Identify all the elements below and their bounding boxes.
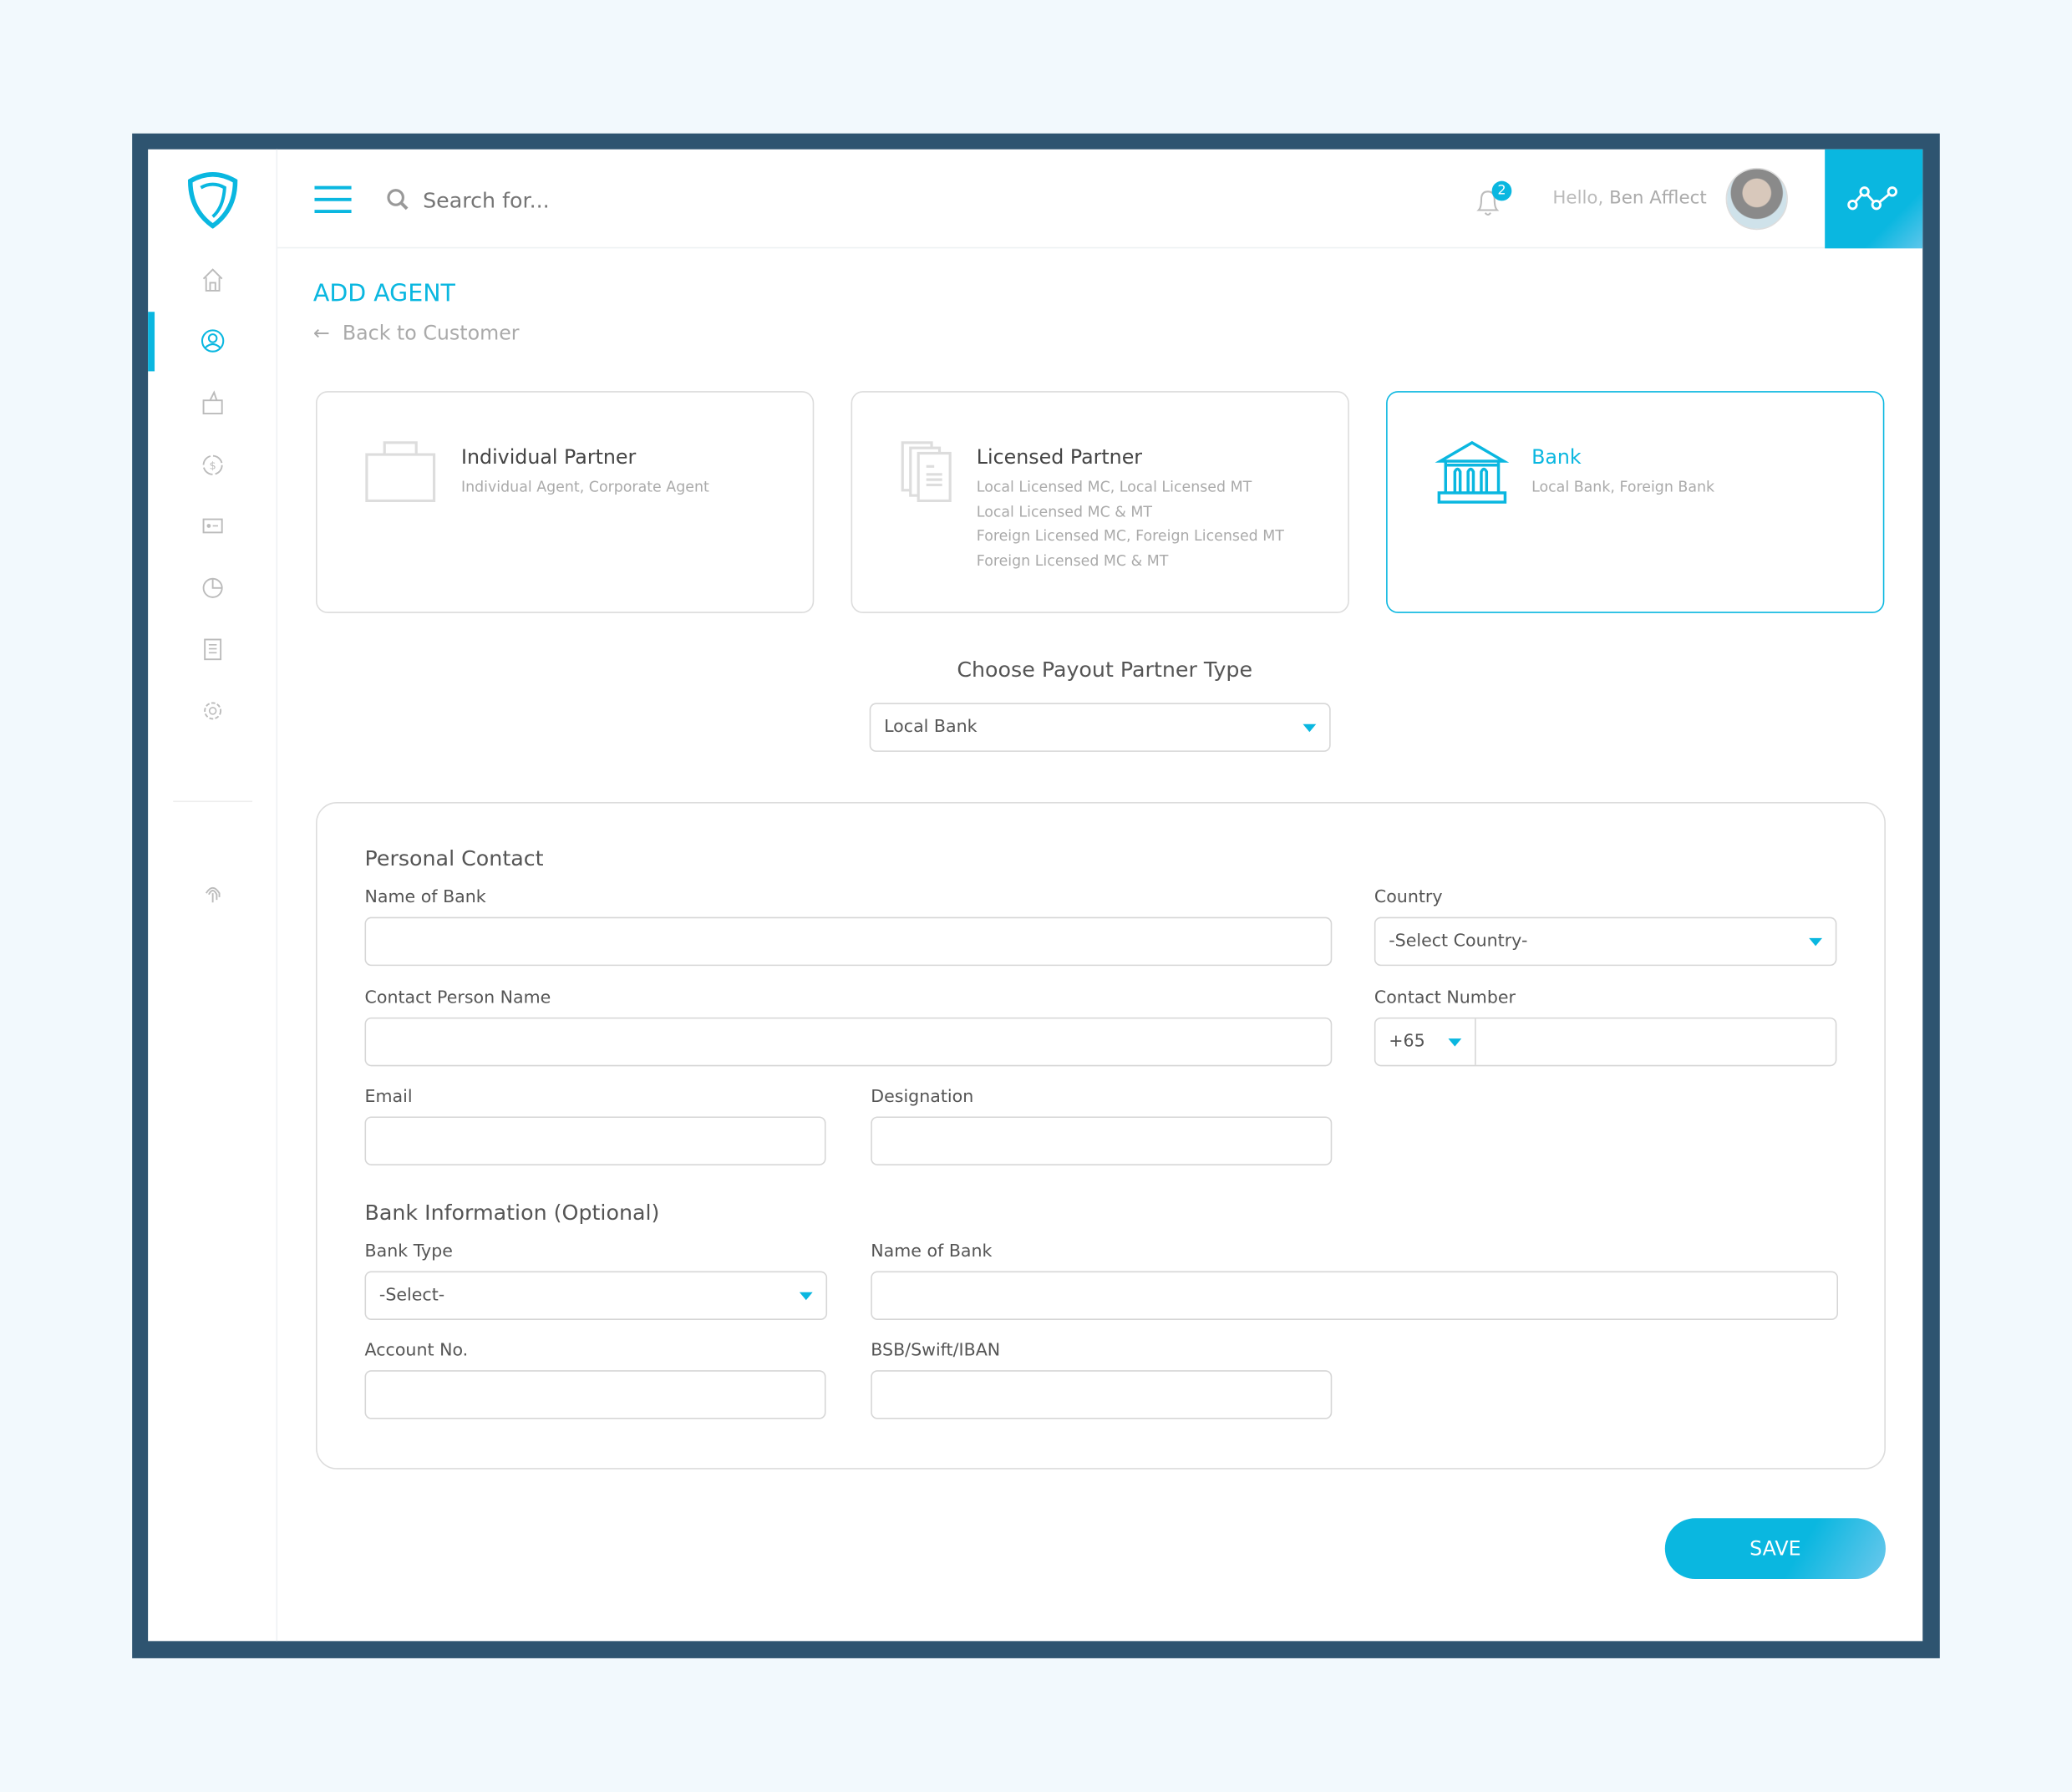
subtitle-line: Local Licensed MC, Local Licensed MT <box>976 478 1252 496</box>
briefcase-icon <box>365 441 436 503</box>
select-value: Local Bank <box>884 717 978 738</box>
contact-person-input[interactable] <box>364 1017 1333 1067</box>
shield-logo-icon[interactable] <box>185 170 240 229</box>
avatar[interactable] <box>1725 167 1788 231</box>
select-value: +65 <box>1389 1032 1425 1052</box>
email-input[interactable] <box>364 1116 826 1165</box>
contact-number-field[interactable]: +65 <box>1374 1017 1837 1067</box>
form-panel: Personal Contact Name of Bank Country -S… <box>316 802 1886 1470</box>
select-value: -Select- <box>378 1285 445 1306</box>
fingerprint-icon[interactable] <box>200 881 226 908</box>
bank-type-select[interactable]: -Select- <box>364 1271 828 1321</box>
label-country: Country <box>1374 887 1443 908</box>
home-icon[interactable] <box>200 267 226 293</box>
card-subtitle: Local Bank, Foreign Bank <box>1531 475 1714 500</box>
partner-card-individual[interactable]: Individual Partner Individual Agent, Cor… <box>316 391 815 613</box>
card-subtitle: Individual Agent, Corporate Agent <box>461 475 709 500</box>
partner-card-licensed[interactable]: Licensed Partner Local Licensed MC, Loca… <box>851 391 1349 613</box>
greeting: Hello, Ben Afflect <box>1552 188 1706 209</box>
app-window: $ 2 Hello, Ben Afflect ADD AGENT ← Back … <box>148 149 1923 1642</box>
designation-input[interactable] <box>871 1116 1333 1165</box>
sidebar-divider <box>173 800 253 803</box>
caret-down-icon <box>1448 1038 1462 1047</box>
graph-icon <box>1847 186 1898 211</box>
pie-chart-icon[interactable] <box>200 573 226 600</box>
section-title-personal: Personal Contact <box>364 845 544 871</box>
select-value: -Select Country- <box>1389 932 1528 952</box>
sidebar: $ <box>148 149 278 1642</box>
label-designation: Designation <box>871 1087 974 1108</box>
document-icon[interactable] <box>200 636 226 662</box>
bank-icon <box>1435 440 1510 504</box>
svg-text:$: $ <box>210 459 216 471</box>
save-button[interactable]: SAVE <box>1664 1518 1886 1580</box>
active-indicator <box>148 312 155 372</box>
id-card-icon[interactable] <box>200 513 226 540</box>
card-title: Licensed Partner <box>976 444 1143 470</box>
search-input[interactable] <box>423 180 952 218</box>
card-title: Individual Partner <box>460 444 637 470</box>
caret-down-icon <box>799 1292 813 1301</box>
subtitle-line: Local Bank, Foreign Bank <box>1531 478 1715 496</box>
payout-type-select[interactable]: Local Bank <box>869 703 1331 752</box>
label-contact-person: Contact Person Name <box>364 988 551 1008</box>
subtitle-line: Foreign Licensed MC & MT <box>976 551 1169 569</box>
hamburger-menu-icon[interactable] <box>314 185 352 214</box>
caret-down-icon <box>1303 723 1317 733</box>
payout-type-label: Choose Payout Partner Type <box>957 657 1253 683</box>
label-contact-number: Contact Number <box>1374 988 1516 1008</box>
back-link[interactable]: ← Back to Customer <box>313 321 520 344</box>
country-select[interactable]: -Select Country- <box>1374 916 1837 967</box>
label-bank-name: Name of Bank <box>871 1241 993 1262</box>
top-header: 2 Hello, Ben Afflect <box>277 149 1923 249</box>
page-title: ADD AGENT <box>312 280 455 308</box>
wallet-icon[interactable] <box>200 390 226 417</box>
name-of-bank-input[interactable] <box>364 916 1333 967</box>
user-name: Ben Afflect <box>1609 187 1707 209</box>
arrow-left-icon: ← <box>312 321 330 345</box>
dial-code-select[interactable]: +65 <box>1375 1018 1476 1065</box>
settings-icon[interactable] <box>200 698 226 724</box>
label-account-no: Account No. <box>364 1341 469 1362</box>
label-name-of-bank: Name of Bank <box>364 887 486 908</box>
subtitle-line: Local Licensed MC & MT <box>976 502 1153 520</box>
bank-name-input[interactable] <box>871 1271 1839 1321</box>
customer-icon[interactable] <box>200 327 226 354</box>
card-title: Bank <box>1531 444 1582 470</box>
exchange-icon[interactable]: $ <box>200 452 226 479</box>
greeting-text: Hello, <box>1552 187 1604 209</box>
label-bank-type: Bank Type <box>364 1241 453 1262</box>
notification-badge: 2 <box>1491 180 1512 201</box>
back-link-text: Back to Customer <box>342 321 520 345</box>
caret-down-icon <box>1809 937 1823 947</box>
bsb-input[interactable] <box>871 1370 1333 1419</box>
card-subtitle: Local Licensed MC, Local Licensed MT Loc… <box>977 475 1284 573</box>
account-no-input[interactable] <box>364 1370 826 1419</box>
analytics-button[interactable] <box>1825 149 1923 249</box>
documents-icon <box>901 441 952 503</box>
search-icon[interactable] <box>386 188 409 211</box>
subtitle-line: Individual Agent, Corporate Agent <box>460 478 709 496</box>
label-bsb: BSB/Swift/IBAN <box>871 1341 1001 1362</box>
label-email: Email <box>364 1087 413 1108</box>
section-title-bank: Bank Information (Optional) <box>364 1200 660 1226</box>
subtitle-line: Foreign Licensed MC, Foreign Licensed MT <box>976 527 1284 545</box>
partner-card-bank[interactable]: Bank Local Bank, Foreign Bank <box>1386 391 1885 613</box>
